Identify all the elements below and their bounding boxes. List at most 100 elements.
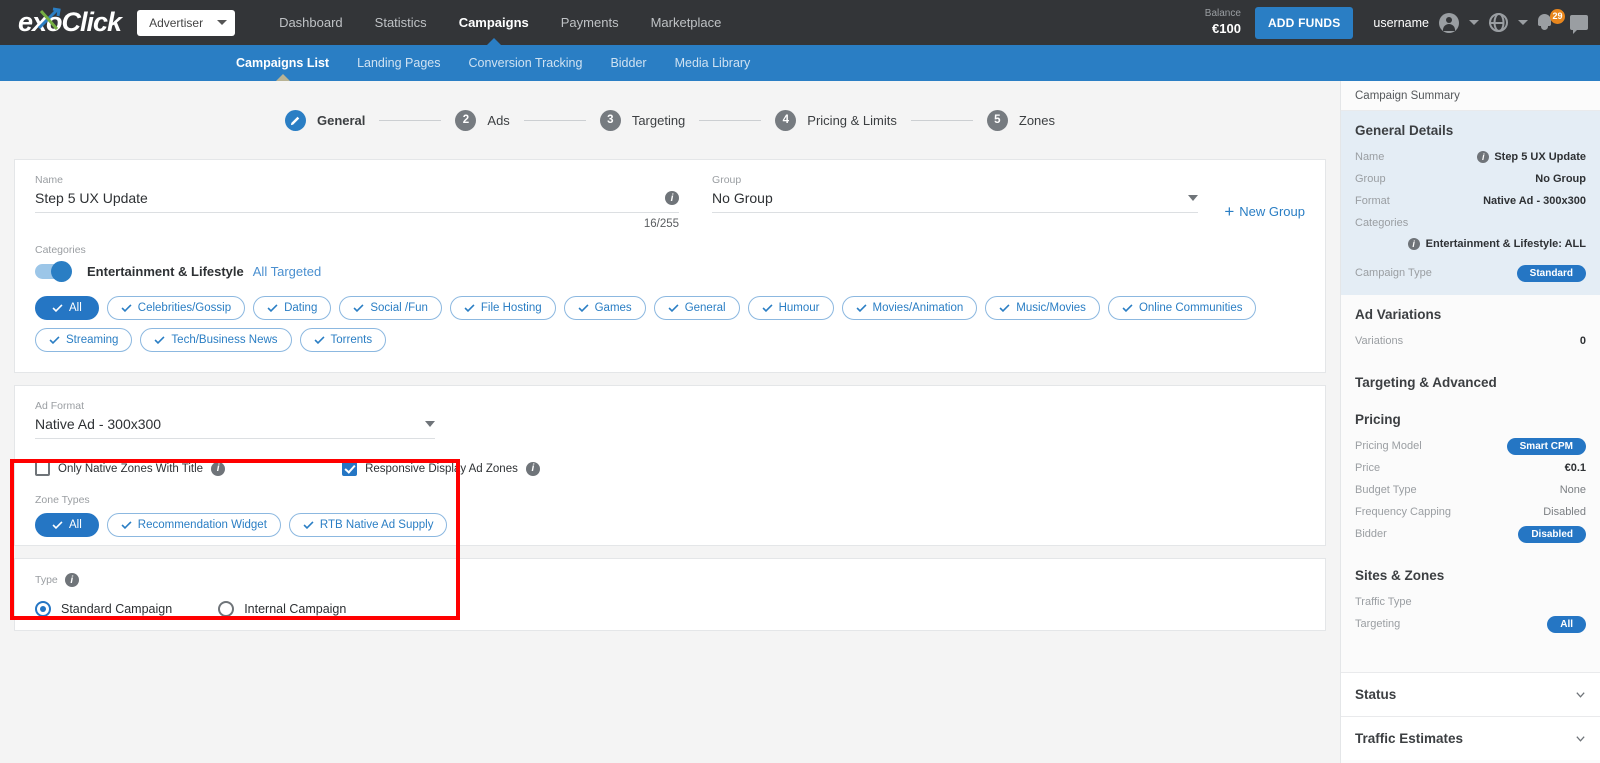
chip-label: Games: [594, 302, 632, 314]
chip-celebrities-gossip[interactable]: Celebrities/Gossip: [106, 296, 246, 320]
chip-online-communities[interactable]: Online Communities: [1107, 296, 1257, 320]
summary-row-format: Format Native Ad - 300x300: [1355, 191, 1586, 211]
standard-campaign-option[interactable]: Standard Campaign: [35, 601, 172, 617]
nav-statistics[interactable]: Statistics: [359, 0, 443, 45]
balance-display: Balance €100: [1205, 8, 1241, 37]
step-ads-label: Ads: [487, 112, 510, 128]
chip-streaming[interactable]: Streaming: [35, 328, 133, 352]
step-general-label: General: [316, 112, 366, 128]
chip-dating[interactable]: Dating: [253, 296, 332, 320]
internal-campaign-option[interactable]: Internal Campaign: [218, 601, 346, 617]
only-native-zones-info-icon[interactable]: i: [211, 461, 226, 476]
summary-row-variations: Variations 0: [1355, 331, 1586, 351]
notifications-bell[interactable]: 29: [1538, 8, 1565, 34]
subnav-landing-pages[interactable]: Landing Pages: [343, 45, 454, 81]
pricing-title: Pricing: [1355, 412, 1401, 427]
chip-general[interactable]: General: [653, 296, 740, 320]
responsive-display-checkbox[interactable]: [342, 461, 358, 476]
chevron-down-icon: [1576, 692, 1585, 698]
name-input[interactable]: Step 5 UX Update i: [35, 190, 680, 213]
exoclick-logo[interactable]: exoClick: [18, 7, 122, 36]
only-native-zones-checkbox[interactable]: [35, 461, 50, 476]
chip-label: Tech/Business News: [171, 334, 278, 346]
role-selector[interactable]: Advertiser: [137, 9, 236, 36]
ad-variations-title: Ad Variations: [1355, 307, 1442, 322]
check-icon: [303, 521, 314, 529]
all-targeted-link[interactable]: All Targeted: [253, 264, 321, 279]
check-icon: [762, 304, 773, 312]
general-details-card: Name Step 5 UX Update i 16/255 Group No …: [14, 159, 1326, 373]
chat-icon[interactable]: [1570, 15, 1588, 34]
chip-social-fun[interactable]: Social /Fun: [339, 296, 442, 320]
zone-chip-all[interactable]: All: [35, 513, 99, 537]
step-zones[interactable]: 5 Zones: [986, 109, 1055, 131]
summary-pricing: Pricing Pricing Model Smart CPM Price €0…: [1341, 400, 1600, 556]
campaign-summary-header: Campaign Summary: [1341, 81, 1600, 111]
add-funds-button[interactable]: ADD FUNDS: [1254, 6, 1354, 39]
chip-tech-business-news[interactable]: Tech/Business News: [140, 328, 292, 352]
step-pricing-limits[interactable]: 4 Pricing & Limits: [775, 109, 897, 131]
chip-movies-animation[interactable]: Movies/Animation: [841, 296, 978, 320]
plus-icon: +: [1224, 201, 1235, 221]
step-ads[interactable]: 2 Ads: [455, 109, 510, 131]
nav-marketplace[interactable]: Marketplace: [635, 0, 738, 45]
summary-row-name: Name i Step 5 UX Update: [1355, 147, 1586, 167]
type-info-icon[interactable]: i: [64, 573, 79, 587]
step-connector: [523, 119, 586, 121]
user-avatar-icon[interactable]: [1439, 12, 1459, 33]
globe-icon[interactable]: [1489, 13, 1508, 32]
only-native-zones-checkbox-item[interactable]: Only Native Zones With Title i: [35, 461, 226, 476]
internal-campaign-radio[interactable]: [218, 601, 235, 617]
subnav-bidder[interactable]: Bidder: [596, 45, 660, 81]
nav-payments[interactable]: Payments: [545, 0, 635, 45]
responsive-display-info-icon[interactable]: i: [525, 461, 540, 476]
chip-label: File Hosting: [480, 302, 542, 314]
language-chevron-down-icon[interactable]: [1518, 20, 1528, 25]
subnav-conversion-tracking[interactable]: Conversion Tracking: [454, 45, 596, 81]
chip-file-hosting[interactable]: File Hosting: [449, 296, 556, 320]
step-connector: [910, 119, 973, 121]
zone-chip-recommendation-widget[interactable]: Recommendation Widget: [106, 513, 281, 537]
chip-label: Social /Fun: [370, 302, 428, 314]
internal-campaign-label: Internal Campaign: [244, 602, 347, 616]
chip-label: All: [69, 302, 82, 314]
entertainment-lifestyle-toggle[interactable]: [35, 261, 72, 282]
categories-block: Categories Entertainment & Lifestyle All…: [35, 244, 1305, 352]
summary-categories-value: Entertainment & Lifestyle: ALL: [1425, 238, 1586, 250]
summary-budget-type-value: None: [1559, 484, 1586, 496]
check-icon: [668, 304, 679, 312]
summary-traffic-type-key: Traffic Type: [1355, 596, 1412, 608]
subnav-media-library[interactable]: Media Library: [661, 45, 765, 81]
summary-categories-info-icon[interactable]: i: [1407, 238, 1420, 250]
name-info-icon[interactable]: i: [665, 191, 680, 205]
summary-group-key: Group: [1355, 173, 1386, 185]
chip-label: Music/Movies: [1016, 302, 1086, 314]
chip-torrents[interactable]: Torrents: [299, 328, 387, 352]
summary-format-value: Native Ad - 300x300: [1483, 195, 1586, 207]
summary-name-info-icon[interactable]: i: [1477, 151, 1490, 163]
chip-all[interactable]: All: [35, 296, 99, 320]
zone-chip-rtb-native-ad-supply[interactable]: RTB Native Ad Supply: [288, 513, 448, 537]
chip-music-movies[interactable]: Music/Movies: [985, 296, 1100, 320]
summary-ad-variations: Ad Variations Variations 0: [1341, 295, 1600, 363]
chip-humour[interactable]: Humour: [747, 296, 834, 320]
chip-games[interactable]: Games: [563, 296, 646, 320]
subnav-campaigns-list[interactable]: Campaigns List: [222, 45, 343, 81]
user-chevron-down-icon[interactable]: [1469, 20, 1479, 25]
chevron-down-icon: [1576, 736, 1585, 742]
summary-traffic-estimates-section[interactable]: Traffic Estimates: [1341, 716, 1600, 760]
summary-categories-key: Categories: [1355, 217, 1409, 229]
group-select[interactable]: No Group: [712, 190, 1199, 213]
check-icon: [121, 304, 132, 312]
nav-campaigns[interactable]: Campaigns: [443, 0, 545, 45]
name-field-wrap: Name Step 5 UX Update i 16/255: [35, 174, 680, 230]
step-targeting[interactable]: 3 Targeting: [599, 109, 685, 131]
sites-zones-title: Sites & Zones: [1355, 568, 1445, 583]
standard-campaign-radio[interactable]: [35, 601, 51, 617]
new-group-button[interactable]: + New Group: [1224, 192, 1305, 230]
summary-status-section[interactable]: Status: [1341, 672, 1600, 716]
step-general[interactable]: General: [284, 109, 366, 131]
nav-dashboard[interactable]: Dashboard: [263, 0, 359, 45]
ad-format-select[interactable]: Native Ad - 300x300: [35, 416, 435, 439]
responsive-display-checkbox-item[interactable]: Responsive Display Ad Zones i: [342, 461, 540, 476]
